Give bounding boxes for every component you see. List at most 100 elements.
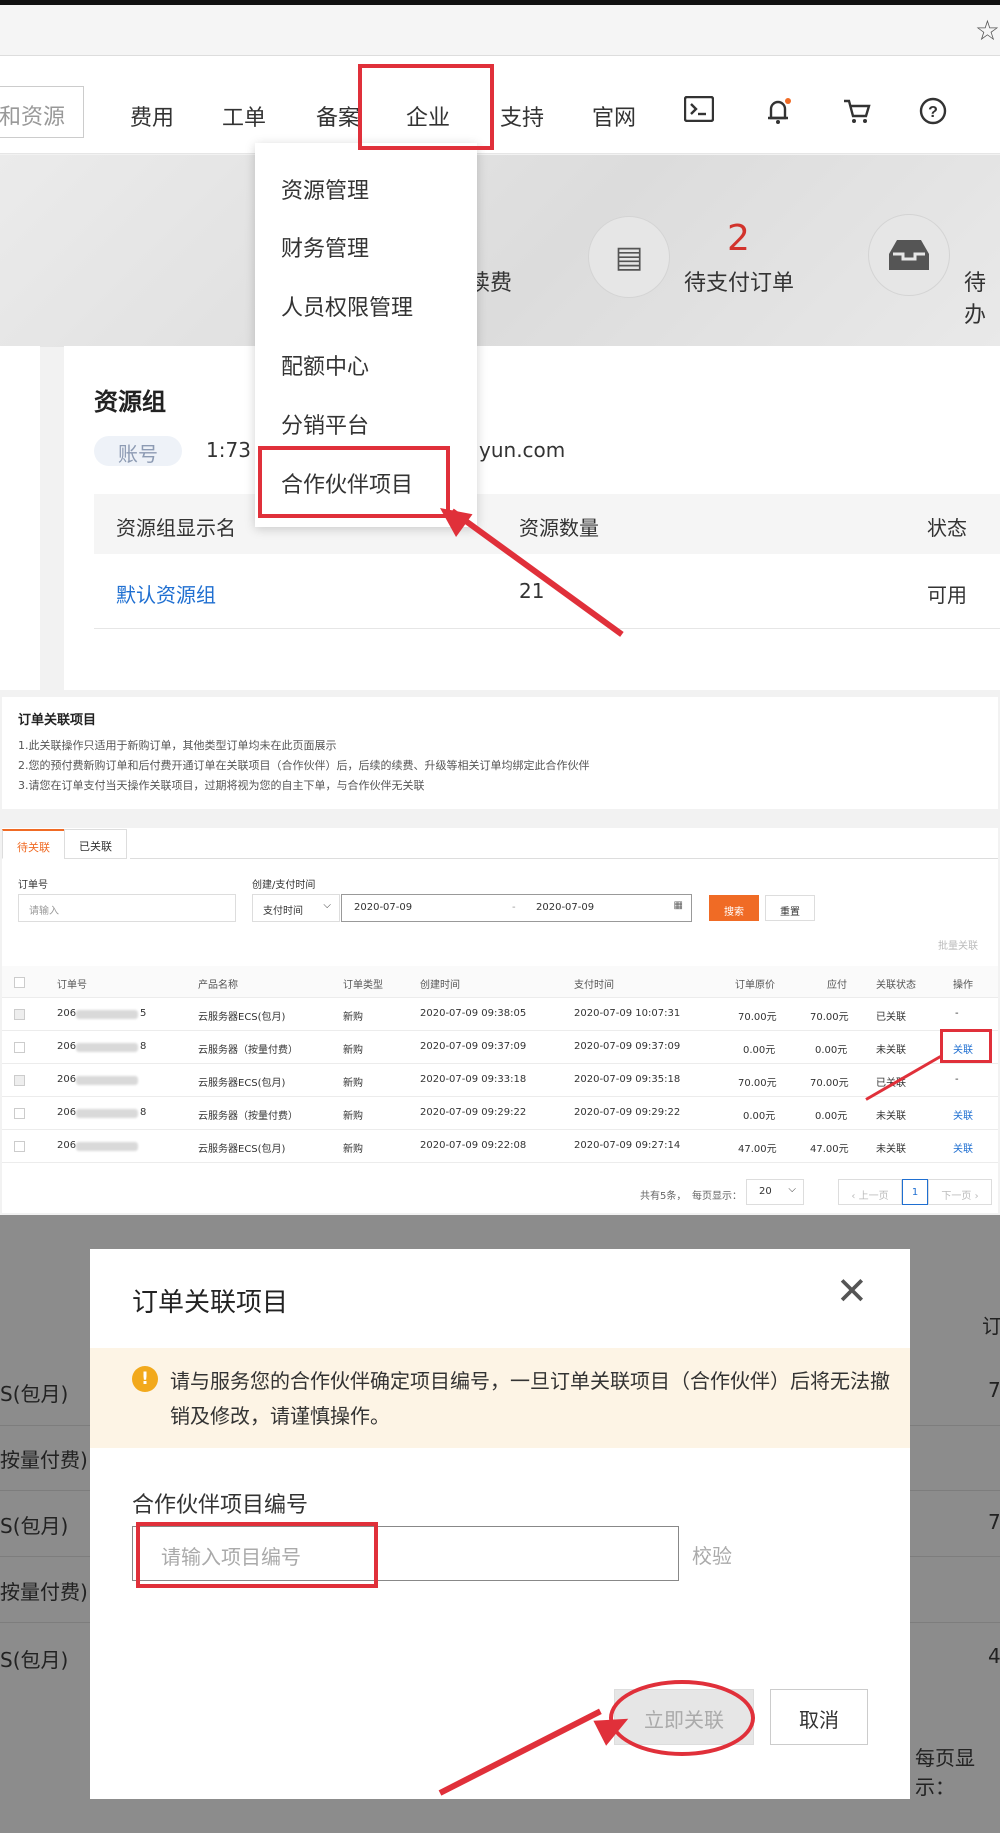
nav-official-site[interactable]: 官网	[592, 100, 636, 132]
tab-linked[interactable]: 已关联	[64, 829, 127, 859]
order-paid: 2020-07-09 09:29:22	[574, 1107, 681, 1118]
menu-quota-center[interactable]: 配额中心	[281, 349, 369, 381]
row-checkbox[interactable]	[14, 1141, 25, 1152]
order-link-status: 已关联	[876, 1012, 906, 1023]
bookmark-star-icon[interactable]: ☆	[975, 14, 1000, 47]
order-paid: 2020-07-09 09:35:18	[574, 1074, 681, 1085]
time-type-select[interactable]: 支付时间 ⌵	[252, 894, 340, 922]
link-order-button[interactable]: 关联	[953, 1107, 973, 1122]
th-product: 产品名称	[198, 980, 238, 991]
terminal-icon[interactable]	[683, 95, 715, 126]
order-price: 0.00元	[743, 1045, 776, 1056]
search-input[interactable]: 和资源	[0, 86, 84, 138]
order-id-tail: 5	[140, 1008, 147, 1019]
col-resource-count: 资源数量	[519, 516, 599, 540]
bg-page-size-label: 每页显示：	[915, 1746, 975, 1799]
note-1: 1.此关联操作只适用于新购订单，其他类型订单均未在此页面展示	[18, 739, 337, 752]
account-value-left: 1:73	[206, 438, 251, 462]
project-no-label: 合作伙伴项目编号	[132, 1493, 309, 1518]
svg-text:?: ?	[928, 104, 938, 121]
menu-distribution-platform[interactable]: 分销平台	[281, 408, 369, 440]
modal-title: 订单关联项目	[132, 1288, 289, 1318]
nav-icp[interactable]: 备案	[316, 100, 360, 132]
row-checkbox[interactable]	[14, 1108, 25, 1119]
page-size-select[interactable]: 20 ⌵	[746, 1179, 804, 1205]
order-product: 云服务器ECS(包月)	[198, 1144, 286, 1155]
menu-finance-management[interactable]: 财务管理	[281, 231, 369, 263]
chevron-down-icon: ⌵	[788, 1184, 796, 1195]
warning-text: 请与服务您的合作伙伴确定项目编号，一旦订单关联项目（合作伙伴）后将无法撤销及修改…	[170, 1369, 890, 1428]
link-order-button[interactable]: 关联	[953, 1140, 973, 1155]
note-3: 3.请您在订单支付当天操作关联项目，过期将视为您的自主下单，与合作伙伴无关联	[18, 779, 425, 792]
console-screenshot: ☆ 和资源 费用 工单 备案 企业 支持 官网 ? 0 续费 ▤ 2 待支付订单…	[0, 0, 1000, 690]
order-id: 206	[57, 1140, 77, 1151]
nav-support[interactable]: 支持	[500, 100, 544, 132]
default-group-link[interactable]: 默认资源组	[116, 579, 216, 608]
bg-row-text: S(包月)	[0, 1648, 69, 1672]
th-paid: 支付时间	[574, 980, 614, 991]
date-from: 2020-07-09	[354, 902, 413, 913]
pending-pay-count[interactable]: 2	[727, 218, 750, 259]
highlight-confirm-button	[609, 1680, 755, 1756]
date-range-input[interactable]: 2020-07-09 - 2020-07-09 ▦	[341, 894, 692, 922]
search-button[interactable]: 搜索	[709, 895, 759, 921]
group-status: 可用	[927, 583, 967, 607]
order-id-tail: 8	[140, 1107, 147, 1118]
redacted-order-id	[76, 1142, 138, 1151]
order-type: 新购	[343, 1078, 363, 1089]
order-product: 云服务器（按量付费）	[198, 1045, 298, 1056]
verify-button[interactable]: 校验	[692, 1540, 732, 1569]
highlight-enterprise	[358, 64, 494, 150]
bg-row-text: 按量付费)	[0, 1580, 88, 1604]
order-table-header	[2, 966, 998, 998]
pending-pay-label[interactable]: 待支付订单	[684, 265, 794, 297]
order-id: 206	[57, 1074, 77, 1085]
row-divider	[2, 1096, 998, 1097]
cart-icon[interactable]	[842, 96, 872, 126]
menu-resource-management[interactable]: 资源管理	[281, 173, 369, 205]
table-header: 资源组显示名 资源数量 状态	[94, 494, 1000, 554]
row-checkbox[interactable]	[14, 1042, 25, 1053]
th-action: 操作	[953, 980, 973, 991]
tab-pending[interactable]: 待关联	[2, 829, 65, 859]
address-bar[interactable]	[0, 5, 1000, 56]
row-divider	[94, 628, 1000, 629]
next-page-button[interactable]: 下一页 ›	[928, 1179, 992, 1205]
order-type: 新购	[343, 1012, 363, 1023]
top-nav: 和资源 费用 工单 备案 企业 支持 官网 ?	[0, 56, 1000, 154]
nav-tickets[interactable]: 工单	[222, 100, 266, 132]
order-paid: 2020-07-09 10:07:31	[574, 1008, 681, 1019]
help-icon[interactable]: ?	[918, 96, 948, 126]
row-divider	[2, 1129, 998, 1130]
th-due: 应付	[827, 980, 847, 991]
time-label: 创建/支付时间	[252, 880, 316, 891]
order-action: -	[955, 1074, 959, 1085]
order-no-input[interactable]: 请输入	[18, 894, 236, 922]
bg-right-value: 4	[988, 1644, 1000, 1668]
date-to: 2020-07-09	[536, 902, 595, 913]
nav-fees[interactable]: 费用	[130, 100, 174, 132]
bell-icon[interactable]	[763, 96, 793, 126]
order-created: 2020-07-09 09:22:08	[420, 1140, 527, 1151]
close-icon[interactable]: ✕	[836, 1272, 868, 1310]
order-link-title: 订单关联项目	[18, 713, 97, 728]
order-id: 206	[57, 1041, 77, 1052]
reset-button[interactable]: 重置	[765, 895, 815, 921]
redacted-order-id	[76, 1043, 138, 1052]
note-2: 2.您的预付费新购订单和后付费开通订单在关联项目（合作伙伴）后，后续的续费、升级…	[18, 759, 590, 772]
order-created: 2020-07-09 09:29:22	[420, 1107, 527, 1118]
prev-page-button[interactable]: ‹ 上一页	[838, 1179, 902, 1205]
cancel-button[interactable]: 取消	[770, 1689, 868, 1745]
select-all-checkbox[interactable]	[14, 977, 25, 988]
menu-permission-management[interactable]: 人员权限管理	[281, 290, 413, 322]
order-due: 47.00元	[810, 1144, 849, 1155]
resource-group-title: 资源组	[94, 388, 166, 416]
page-1-button[interactable]: 1	[902, 1179, 928, 1205]
group-count: 21	[519, 579, 545, 603]
chevron-down-icon: ⌵	[323, 900, 331, 911]
bg-row-text: S(包月)	[0, 1514, 69, 1538]
highlight-link-button	[940, 1029, 992, 1063]
batch-link[interactable]: 批量关联	[938, 937, 978, 952]
highlight-project-input	[136, 1522, 378, 1588]
order-id: 206	[57, 1008, 77, 1019]
